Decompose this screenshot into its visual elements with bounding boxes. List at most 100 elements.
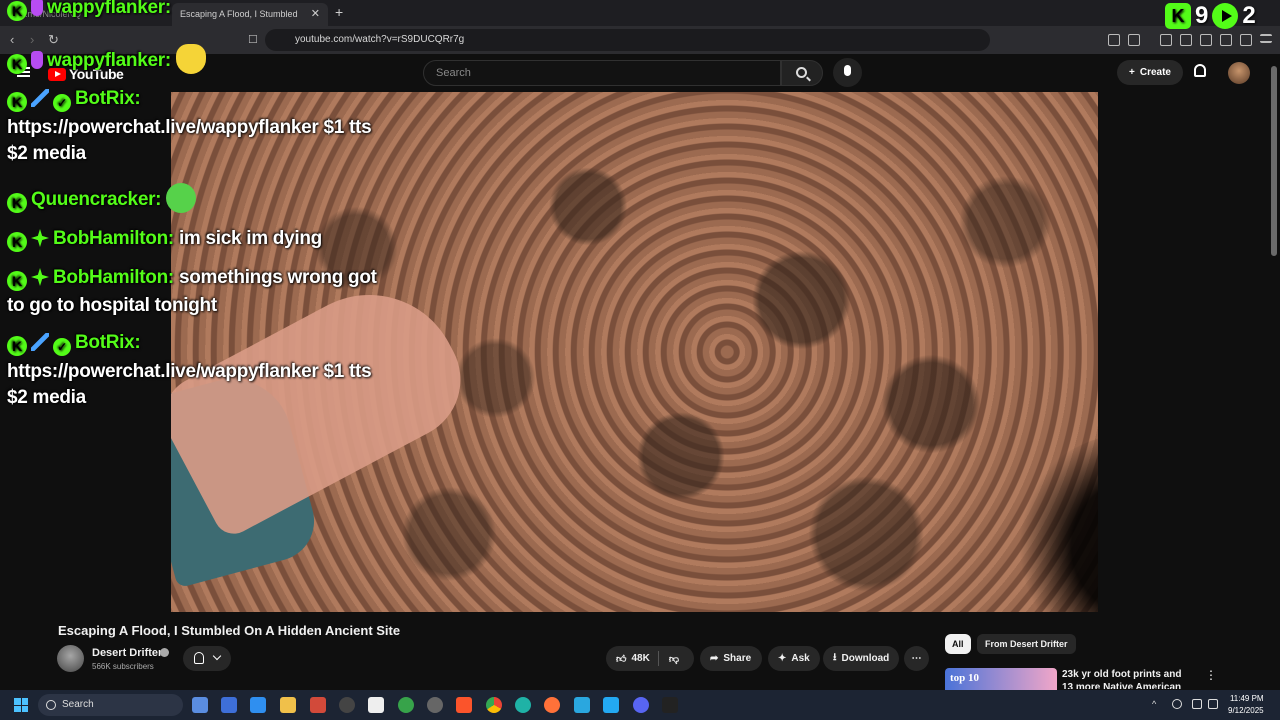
subscription-bell-button[interactable]	[183, 646, 231, 671]
search-box[interactable]: Search	[423, 60, 781, 86]
more-icon: ⋯	[911, 653, 922, 664]
url-text: youtube.com/watch?v=rS9DUCQRr7g	[295, 34, 465, 45]
close-icon[interactable]: ✕	[311, 7, 320, 20]
video-player[interactable]	[171, 92, 1098, 612]
verified-icon	[160, 648, 169, 657]
app-icon[interactable]	[310, 697, 326, 713]
chip-all[interactable]: All	[945, 634, 971, 654]
chat-message: K ✓ BotRix:	[7, 332, 141, 356]
browser-tab-active[interactable]: Escaping A Flood, I Stumbled ✕	[172, 3, 328, 26]
kick-viewer-count: 9	[1195, 2, 1209, 29]
app-icon[interactable]	[250, 697, 266, 713]
app-icon[interactable]	[368, 697, 384, 713]
app-icon[interactable]	[221, 697, 237, 713]
bookmark-icon[interactable]: ☐	[248, 33, 258, 46]
more-actions-button[interactable]: ⋯	[904, 646, 929, 671]
recommendation-title[interactable]: 23k yr old foot prints and 13 more Nativ…	[1062, 668, 1192, 689]
chat-message-text: https://powerchat.live/wappyflanker $1 t…	[7, 361, 372, 382]
subscriber-count: 566K subscribers	[92, 662, 154, 671]
windows-taskbar: Search ^ 11:49 PM 9/12/2025	[0, 690, 1280, 720]
kick-badge-icon: K	[7, 54, 27, 74]
app-icon[interactable]	[398, 697, 414, 713]
search-input[interactable]: Search	[436, 67, 471, 79]
windows-start-icon[interactable]	[14, 698, 28, 712]
brave-icon[interactable]	[456, 697, 472, 713]
screenshot-icon[interactable]	[1128, 34, 1140, 46]
bell-icon	[194, 652, 204, 664]
notifications-bell-icon[interactable]	[1194, 64, 1206, 77]
ask-label: Ask	[791, 653, 810, 664]
clock-time: 11:49 PM	[1229, 694, 1264, 703]
sidebar-icon[interactable]	[1180, 34, 1192, 46]
discord-icon[interactable]	[633, 697, 649, 713]
app-icon[interactable]	[427, 697, 443, 713]
kick-badge-icon: K	[7, 271, 27, 291]
voice-search-button[interactable]	[833, 58, 862, 87]
recommendation-thumbnail[interactable]: top 10	[945, 668, 1057, 690]
vscode-icon[interactable]	[603, 697, 619, 713]
kick-badge-icon: K	[7, 232, 27, 252]
sword-badge-icon	[31, 333, 49, 351]
clock-date: 9/12/2025	[1228, 706, 1264, 715]
wallet-icon[interactable]	[1200, 34, 1212, 46]
emote-yellow-icon	[175, 44, 206, 74]
kick-badge-icon: K	[7, 1, 27, 21]
url-field[interactable]: youtube.com/watch?v=rS9DUCQRr7g	[265, 29, 990, 51]
scrollbar[interactable]	[1271, 66, 1277, 256]
play-icon	[1212, 3, 1239, 29]
chevron-up-icon[interactable]: ^	[1152, 699, 1162, 709]
mic-icon[interactable]	[1172, 699, 1182, 709]
download-button[interactable]: ⭳ Download	[823, 646, 899, 671]
menu-icon[interactable]	[1260, 34, 1272, 43]
app-icon[interactable]	[339, 697, 355, 713]
search-button[interactable]	[781, 60, 823, 86]
app-icon[interactable]	[192, 697, 208, 713]
clock[interactable]: 11:49 PM 9/12/2025	[1228, 693, 1264, 717]
chat-message-text: $2 media	[7, 387, 86, 408]
thumbs-down-icon[interactable]: 👎︎	[669, 653, 679, 665]
more-vert-icon[interactable]: ⋮	[1205, 668, 1217, 682]
new-tab-icon[interactable]: +	[335, 4, 343, 20]
chat-message: Kwappyflanker:	[7, 0, 171, 21]
share-button[interactable]: ➦ Share	[700, 646, 762, 671]
edge-icon[interactable]	[515, 697, 531, 713]
kick-badge-icon: K	[7, 193, 27, 213]
folder-icon[interactable]	[280, 697, 296, 713]
thumbs-up-icon[interactable]: 👍︎	[616, 653, 626, 665]
plus-icon: +	[1129, 67, 1135, 78]
browser-tab-bar: ss.me/NicoleNQ Escaping A Flood, I Stumb…	[0, 0, 1280, 26]
user-avatar[interactable]	[1228, 62, 1250, 84]
channel-name[interactable]: Desert Drifter	[92, 647, 162, 659]
diamond-badge-icon	[31, 268, 49, 286]
divider	[658, 651, 659, 666]
create-label: Create	[1139, 67, 1171, 78]
volume-icon[interactable]	[1208, 699, 1218, 709]
app-icon[interactable]	[574, 697, 590, 713]
chat-username: BotRix:	[75, 332, 141, 353]
chrome-icon[interactable]	[486, 697, 502, 713]
app-icon[interactable]	[662, 697, 678, 713]
play-viewer-count: 2	[1242, 2, 1256, 29]
extension-icon[interactable]	[1108, 34, 1120, 46]
chip-from-channel[interactable]: From Desert Drifter	[977, 634, 1076, 654]
thumbnail-text: top 10	[950, 672, 980, 684]
chat-username: wappyflanker:	[47, 50, 171, 71]
network-icon[interactable]	[1192, 699, 1202, 709]
chat-message: Kwappyflanker:	[7, 44, 206, 74]
taskbar-search[interactable]: Search	[38, 694, 183, 716]
chat-username: wappyflanker:	[47, 0, 171, 18]
chat-text: im sick im dying	[178, 228, 322, 249]
create-button[interactable]: + Create	[1117, 60, 1183, 85]
like-count[interactable]: 48K	[631, 653, 649, 664]
download-icon: ⭳	[833, 652, 837, 663]
chevron-down-icon	[212, 651, 222, 661]
chat-message: K Quuencracker:	[7, 183, 197, 213]
share-label: Share	[723, 653, 752, 664]
firefox-icon[interactable]	[544, 697, 560, 713]
media-icon[interactable]	[1160, 34, 1172, 46]
search-icon	[796, 67, 807, 78]
shield-icon[interactable]	[1240, 34, 1252, 46]
extensions-icon[interactable]	[1220, 34, 1232, 46]
channel-avatar[interactable]	[57, 645, 84, 672]
ask-button[interactable]: ✦ Ask	[768, 646, 820, 671]
